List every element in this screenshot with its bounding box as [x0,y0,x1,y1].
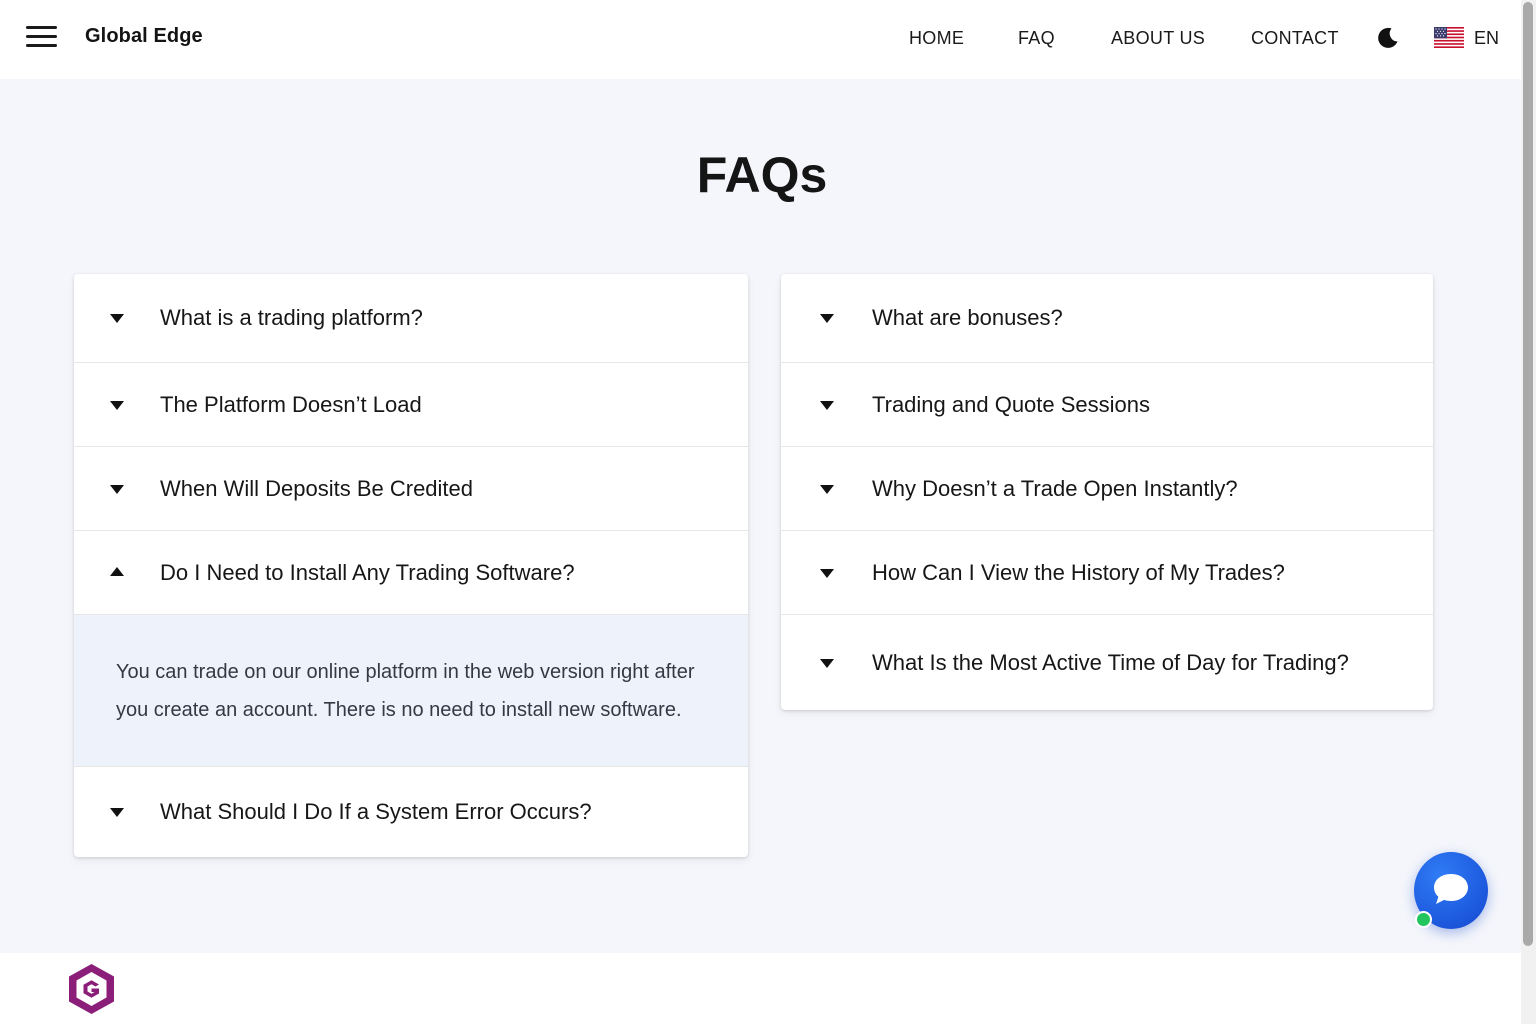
faq-question: What Should I Do If a System Error Occur… [160,799,592,824]
page-title: FAQs [696,147,828,203]
faq-item[interactable]: The Platform Doesn’t Load [74,363,748,447]
us-flag-icon[interactable] [1434,27,1464,48]
vertical-scrollbar[interactable] [1521,0,1536,1024]
top-navigation-bar: Global Edge HOME FAQ ABOUT US CONTACT EN [0,0,1521,79]
caret-down-icon [110,314,124,323]
nav-home-link[interactable]: HOME [909,28,964,49]
faq-question: What Is the Most Active Time of Day for … [872,649,1349,675]
caret-down-icon [110,400,124,410]
brand-name[interactable]: Global Edge [85,25,203,48]
scrollbar-thumb[interactable] [1523,2,1533,946]
footer [0,953,1521,1024]
moon-icon[interactable] [1376,26,1400,50]
faq-question: Why Doesn’t a Trade Open Instantly? [872,475,1238,501]
faq-item[interactable]: Why Doesn’t a Trade Open Instantly? [781,447,1433,531]
faq-item[interactable]: What Is the Most Active Time of Day for … [781,615,1433,710]
faq-item[interactable]: What is a trading platform? [74,274,748,363]
caret-down-icon [820,484,834,494]
menu-line [26,44,57,47]
nav-faq-link[interactable]: FAQ [1018,28,1055,49]
caret-up-icon [110,566,124,576]
faq-item-expanded[interactable]: Do I Need to Install Any Trading Softwar… [74,531,748,615]
menu-line [26,35,57,38]
language-selector[interactable]: EN [1474,28,1499,49]
caret-down-icon [820,314,834,323]
menu-line [26,26,57,29]
nav-about-us-link[interactable]: ABOUT US [1111,28,1205,49]
faq-question: Trading and Quote Sessions [872,391,1151,417]
faq-question: The Platform Doesn’t Load [160,391,422,417]
faq-item[interactable]: Trading and Quote Sessions [781,363,1433,447]
faq-question: What are bonuses? [872,305,1063,330]
caret-down-icon [110,484,124,494]
faq-question: When Will Deposits Be Credited [160,475,474,501]
faq-column-right: What are bonuses? Trading and Quote Sess… [781,274,1433,710]
hexagon-g-logo-icon[interactable] [67,963,116,1015]
faq-question: Do I Need to Install Any Trading Softwar… [160,559,575,585]
hamburger-menu-icon[interactable] [26,26,57,48]
faq-question: What is a trading platform? [160,305,423,330]
online-status-indicator [1415,911,1432,928]
caret-down-icon [820,400,834,410]
caret-down-icon [820,658,834,668]
chat-bubble-icon [1434,874,1468,904]
caret-down-icon [110,808,124,817]
faq-item[interactable]: How Can I View the History of My Trades? [781,531,1433,615]
faq-item[interactable]: What are bonuses? [781,274,1433,363]
faq-item[interactable]: When Will Deposits Be Credited [74,447,748,531]
faq-question: How Can I View the History of My Trades? [872,559,1285,585]
faq-answer: You can trade on our online platform in … [74,615,748,767]
caret-down-icon [820,568,834,578]
faq-column-left: What is a trading platform? The Platform… [74,274,748,857]
faq-item[interactable]: What Should I Do If a System Error Occur… [74,767,748,857]
nav-contact-link[interactable]: CONTACT [1251,28,1339,49]
